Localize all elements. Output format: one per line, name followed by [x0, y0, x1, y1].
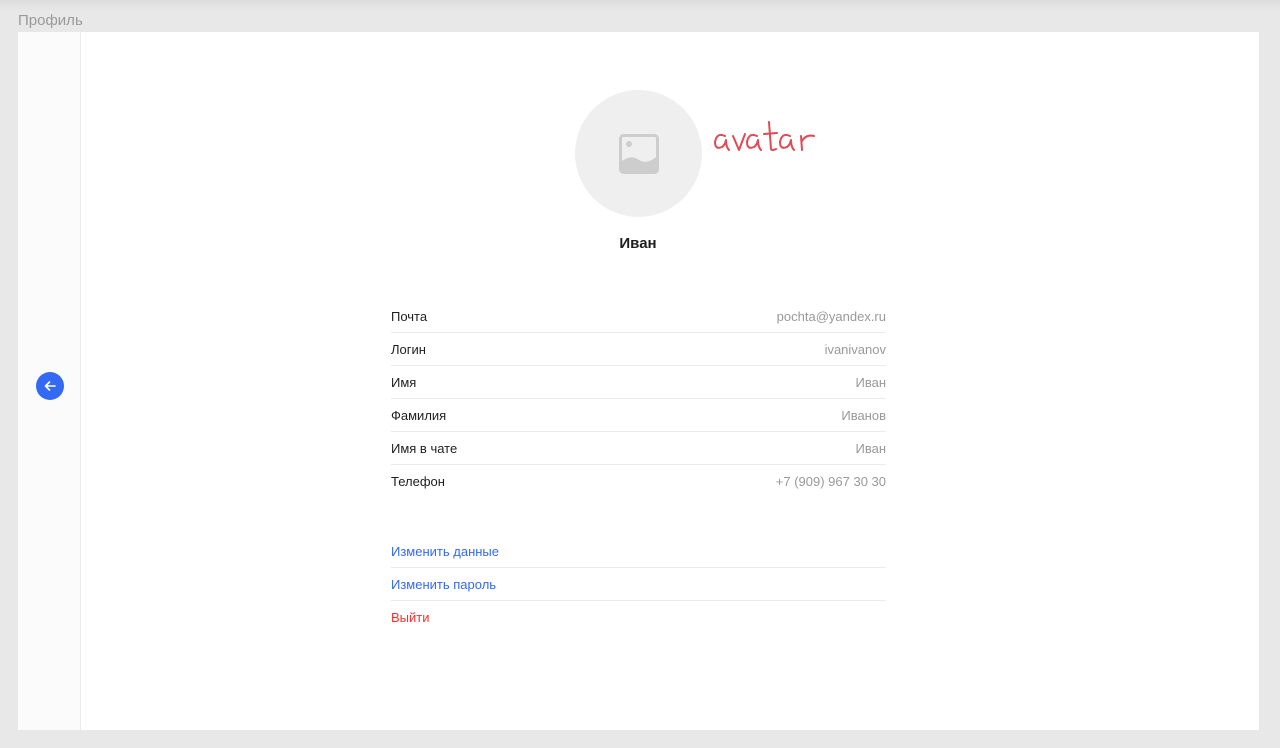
edit-password-link[interactable]: Изменить пароль — [391, 568, 886, 601]
field-value: +7 (909) 967 30 30 — [775, 474, 886, 489]
logout-link[interactable]: Выйти — [391, 601, 886, 634]
back-button[interactable] — [36, 372, 64, 400]
field-label: Имя — [391, 374, 417, 390]
logout-label: Выйти — [391, 610, 430, 625]
field-value: Иван — [855, 374, 886, 390]
field-first-name: Имя Иван — [391, 366, 886, 399]
arrow-left-icon — [44, 381, 56, 391]
page-title: Профиль — [18, 12, 83, 29]
field-login: Логин ivanivanov — [391, 333, 886, 366]
avatar-annotation — [714, 121, 815, 151]
field-label: Фамилия — [391, 407, 447, 423]
edit-data-label: Изменить данные — [391, 543, 499, 559]
top-shade — [0, 0, 1280, 12]
field-label: Имя в чате — [391, 440, 458, 456]
back-panel — [18, 32, 81, 730]
field-label: Логин — [391, 341, 426, 357]
edit-password-label: Изменить пароль — [391, 576, 497, 592]
profile-fields: Почта pochta@yandex.ru Логин ivanivanov … — [391, 300, 886, 498]
image-placeholder-icon — [618, 133, 659, 174]
field-label: Почта — [391, 308, 428, 324]
field-value: ivanivanov — [824, 341, 886, 357]
display-name: Иван — [619, 235, 657, 252]
field-value: pochta@yandex.ru — [776, 308, 886, 324]
field-label: Телефон — [391, 474, 445, 489]
profile-frame: Иван Почта pochta@yandex.ru Логин ivaniv… — [18, 32, 1259, 730]
edit-data-link[interactable]: Изменить данные — [391, 535, 886, 568]
field-email: Почта pochta@yandex.ru — [391, 300, 886, 333]
field-value: Иван — [855, 440, 886, 456]
avatar[interactable] — [575, 90, 702, 217]
field-phone: Телефон +7 (909) 967 30 30 — [391, 465, 886, 498]
field-last-name: Фамилия Иванов — [391, 399, 886, 432]
field-chat-name: Имя в чате Иван — [391, 432, 886, 465]
field-value: Иванов — [841, 407, 886, 423]
profile-actions: Изменить данные Изменить пароль Выйти — [391, 535, 886, 634]
